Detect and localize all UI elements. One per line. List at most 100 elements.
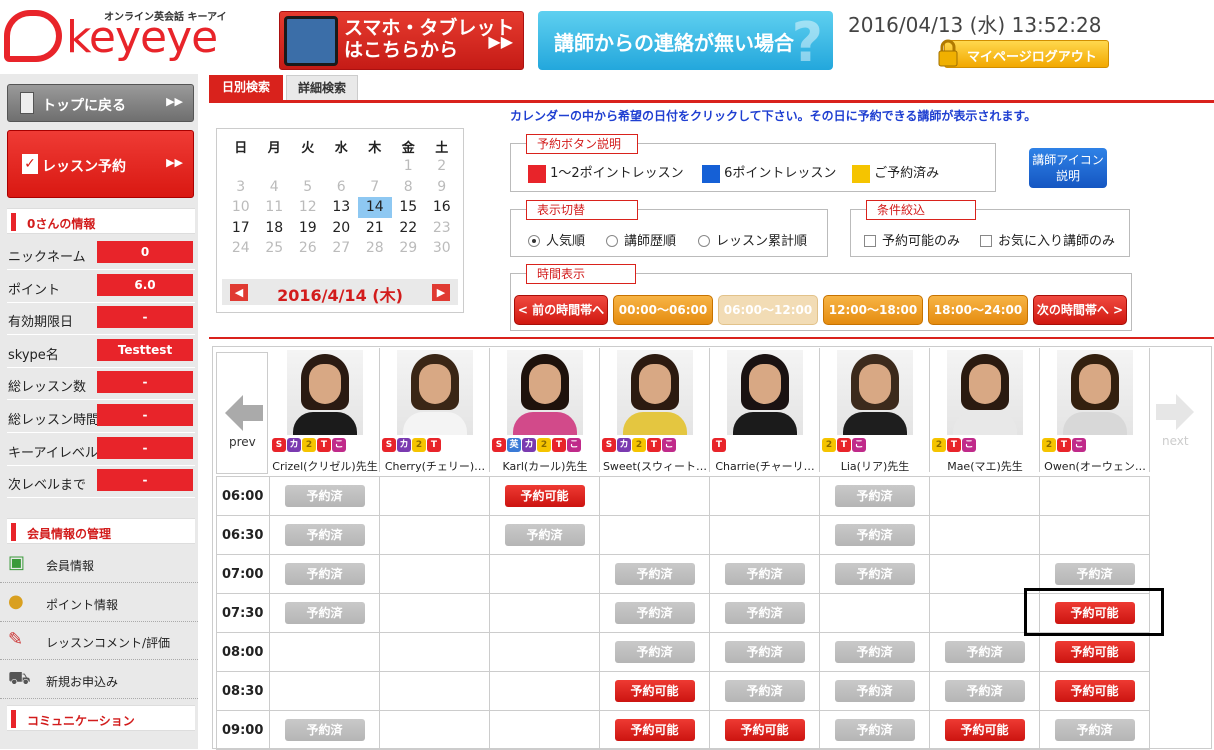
teacher-card[interactable]: S 英カ 2 T こ Karl(カール)先生 — [490, 348, 600, 474]
time-range-button[interactable]: < 前の時間帯へ — [514, 295, 608, 325]
smartphone-banner[interactable]: スマホ・タブレット はこちらから ▶▶ — [279, 11, 524, 70]
calendar-day[interactable]: 12 — [291, 197, 325, 218]
tab-detail-search[interactable]: 詳細検索 — [286, 75, 358, 100]
sort-popular[interactable]: 人気順 — [528, 230, 585, 249]
info-key: ポイント — [8, 282, 61, 298]
teacher-photo[interactable] — [727, 350, 803, 435]
sidebar-item-1[interactable]: ▣ 会員情報 — [0, 545, 198, 583]
sort-total[interactable]: レッスン累計順 — [698, 230, 807, 249]
teacher-card[interactable]: 2 T こ Owen(オーウェン… — [1040, 348, 1150, 474]
logout-label: マイページログアウト — [967, 50, 1097, 65]
teacher-icon-help-button[interactable]: 講師アイコン 説明 — [1029, 148, 1107, 188]
calendar-day[interactable]: 15 — [392, 197, 426, 218]
sidebar-item-label: 会員情報 — [46, 559, 95, 573]
calendar-day[interactable]: 21 — [358, 218, 392, 239]
logout-button[interactable]: マイページログアウト — [938, 39, 1109, 68]
book-available-button[interactable]: 予約可能 — [1054, 641, 1135, 663]
teacher-name[interactable]: Charrie(チャーリ… — [710, 458, 820, 474]
teacher-photo[interactable] — [507, 350, 583, 435]
time-range-button[interactable]: 18:00～24:00 — [928, 295, 1028, 325]
time-range-button[interactable]: 12:00～18:00 — [823, 295, 923, 325]
teacher-name[interactable]: Owen(オーウェン… — [1040, 458, 1150, 474]
teacher-photo[interactable] — [397, 350, 473, 435]
teacher-card[interactable]: S カ 2 T こ Sweet(スウィート… — [600, 348, 710, 474]
teacher-name[interactable]: Lia(リア)先生 — [820, 458, 930, 474]
teacher-card[interactable]: S カ 2 T こ Crizel(クリゼル)先生 — [270, 348, 380, 474]
calendar-day[interactable]: 23 — [425, 218, 459, 239]
calendar-day[interactable]: 5 — [291, 177, 325, 198]
calendar-day[interactable]: 7 — [358, 177, 392, 198]
calendar-day[interactable]: 26 — [291, 238, 325, 259]
tab-daily-search[interactable]: 日別検索 — [209, 75, 283, 100]
teacher-photo[interactable] — [837, 350, 913, 435]
book-available-button[interactable]: 予約可能 — [614, 719, 695, 741]
time-range-button[interactable]: 00:00～06:00 — [613, 295, 713, 325]
back-to-top-button[interactable]: トップに戻る ▶▶ — [7, 84, 194, 122]
teacher-photo[interactable] — [947, 350, 1023, 435]
calendar-day[interactable]: 14 — [358, 197, 392, 218]
calendar-day[interactable]: 24 — [224, 238, 258, 259]
teacher-card[interactable]: T Charrie(チャーリ… — [710, 348, 820, 474]
prev-teachers-button[interactable]: prev — [216, 352, 268, 474]
book-available-button[interactable]: 予約可能 — [1054, 680, 1135, 702]
calendar-day[interactable]: 6 — [325, 177, 359, 198]
badge-こ-icon: こ — [962, 438, 976, 452]
schedule-cell: 予約可能 — [1039, 671, 1150, 711]
sort-career[interactable]: 講師歴順 — [606, 230, 676, 249]
lesson-booking-label: レッスン予約 — [42, 159, 126, 175]
calendar-day[interactable]: 1 — [392, 156, 426, 177]
book-available-button[interactable]: 予約可能 — [504, 485, 585, 507]
info-key: skype名 — [8, 347, 59, 363]
teacher-photo[interactable] — [1057, 350, 1133, 435]
calendar-day[interactable]: 17 — [224, 218, 258, 239]
calendar-day[interactable]: 20 — [325, 218, 359, 239]
teacher-card[interactable]: 2 T こ Lia(リア)先生 — [820, 348, 930, 474]
communication-title: コミュニケーション — [27, 714, 135, 728]
book-available-button[interactable]: 予約可能 — [614, 680, 695, 702]
cart-icon: ⛟ — [8, 667, 31, 689]
calendar-day[interactable]: 16 — [425, 197, 459, 218]
filter-available-only[interactable]: 予約可能のみ — [864, 230, 960, 249]
lesson-booking-button[interactable]: ✓ レッスン予約 ▶▶ — [7, 130, 194, 198]
calendar-day[interactable]: 27 — [325, 238, 359, 259]
badge-T-icon: T — [837, 438, 851, 452]
teacher-card[interactable]: S カ 2 T Cherry(チェリー)… — [380, 348, 490, 474]
calendar-day[interactable]: 3 — [224, 177, 258, 198]
calendar-day[interactable]: 18 — [258, 218, 292, 239]
calendar-day[interactable]: 22 — [392, 218, 426, 239]
calendar-day[interactable]: 19 — [291, 218, 325, 239]
schedule-cell: 予約済 — [269, 710, 380, 750]
teacher-photo[interactable] — [287, 350, 363, 435]
calendar-day[interactable]: 25 — [258, 238, 292, 259]
teacher-name[interactable]: Cherry(チェリー)… — [380, 458, 490, 474]
teacher-photo[interactable] — [617, 350, 693, 435]
calendar-day[interactable]: 30 — [425, 238, 459, 259]
calendar-day[interactable]: 2 — [425, 156, 459, 177]
next-teachers-button[interactable]: next — [1150, 352, 1202, 474]
calendar-day[interactable]: 28 — [358, 238, 392, 259]
logo-speech-bubble-icon[interactable] — [4, 10, 62, 62]
schedule-cell: 予約済 — [709, 632, 820, 672]
teacher-name[interactable]: Mae(マエ)先生 — [930, 458, 1040, 474]
time-range-button[interactable]: 次の時間帯へ > — [1033, 295, 1127, 325]
filter-favorites-only[interactable]: お気に入り講師のみ — [980, 230, 1115, 249]
calendar-day[interactable]: 4 — [258, 177, 292, 198]
teacher-name[interactable]: Sweet(スウィート… — [600, 458, 710, 474]
calendar-day[interactable]: 11 — [258, 197, 292, 218]
calendar-day[interactable]: 8 — [392, 177, 426, 198]
book-available-button[interactable]: 予約可能 — [724, 719, 805, 741]
calendar-day[interactable]: 9 — [425, 177, 459, 198]
calendar-day[interactable]: 29 — [392, 238, 426, 259]
sidebar-item-2[interactable]: ● ポイント情報 — [0, 584, 198, 622]
contact-banner[interactable]: ? 講師からの連絡が無い場合 — [538, 11, 833, 74]
calendar-day[interactable]: 10 — [224, 197, 258, 218]
teacher-name[interactable]: Karl(カール)先生 — [490, 458, 600, 474]
teacher-face — [749, 364, 781, 404]
book-available-button[interactable]: 予約可能 — [944, 719, 1025, 741]
sidebar-item-4[interactable]: ⛟ 新規お申込み — [0, 661, 198, 699]
sidebar-item-3[interactable]: ✎ レッスンコメント/評価 — [0, 622, 198, 660]
calendar-day[interactable]: 13 — [325, 197, 359, 218]
teacher-name[interactable]: Crizel(クリゼル)先生 — [270, 458, 380, 474]
teacher-card[interactable]: 2 T こ Mae(マエ)先生 — [930, 348, 1040, 474]
next-day-button[interactable]: ▶ — [432, 284, 450, 301]
